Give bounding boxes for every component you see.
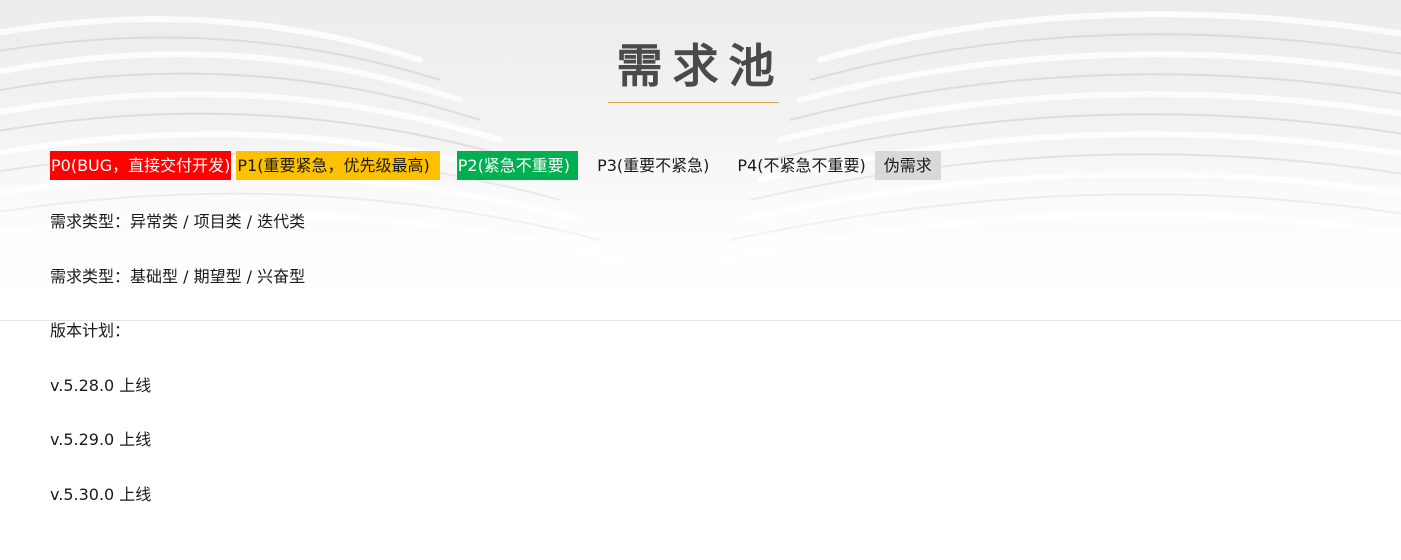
priority-tag-p2: P2(紧急不重要) <box>456 151 579 180</box>
priority-tag-p4: P4(不紧急不重要) <box>737 156 866 175</box>
version-item: v.5.29.0 上线 <box>50 430 152 449</box>
version-item: v.5.28.0 上线 <box>50 376 152 395</box>
priority-legend: P0(BUG，直接交付开发) P1(重要紧急，优先级最高) P2(紧急不重要) … <box>50 151 941 180</box>
priority-tag-p3: P3(重要不紧急) <box>597 156 710 175</box>
priority-tag-p1: P1(重要紧急，优先级最高) <box>236 151 440 180</box>
priority-tag-p0: P0(BUG，直接交付开发) <box>50 151 232 180</box>
page-title: 需求池 <box>616 39 785 93</box>
version-item: v.5.30.0 上线 <box>50 485 152 504</box>
demand-type-category: 需求类型：异常类 / 项目类 / 迭代类 <box>50 212 306 231</box>
demand-type-kano: 需求类型：基础型 / 期望型 / 兴奋型 <box>50 267 306 286</box>
priority-tag-fake-demand: 伪需求 <box>874 151 941 180</box>
version-plan-label: 版本计划： <box>50 321 131 340</box>
title-underline <box>608 102 779 103</box>
